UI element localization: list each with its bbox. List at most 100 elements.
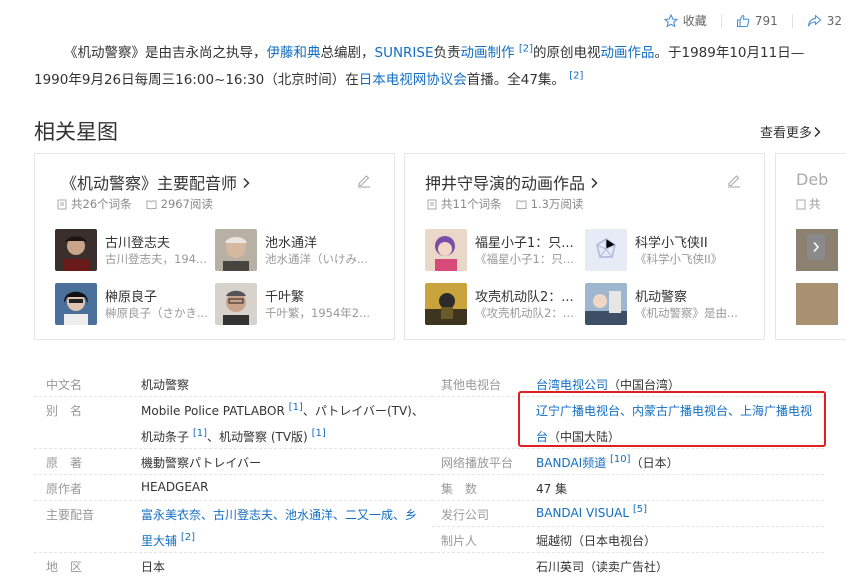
info-value: Mobile Police PATLABOR [1]、パトレイバー(TV)、 bbox=[141, 402, 424, 419]
entries-text: 共 bbox=[809, 197, 821, 211]
link-animation-works[interactable]: 动画作品 bbox=[600, 45, 654, 61]
intro-text: 的原创电视 bbox=[532, 45, 601, 61]
work-item[interactable]: 攻壳机动队2：... 《攻壳机动队2：... bbox=[425, 283, 587, 325]
info-value: 機動警察パトレイバー bbox=[141, 456, 262, 470]
work-desc: 《攻壳机动队2：... bbox=[475, 306, 574, 320]
streaming-platform-link[interactable]: BANDAI频道 bbox=[536, 456, 606, 470]
star-icon bbox=[663, 13, 678, 28]
citation[interactable]: [10] bbox=[610, 454, 631, 465]
section-title: 相关星图 bbox=[34, 120, 118, 144]
citation[interactable]: [1] bbox=[312, 428, 326, 439]
person-item[interactable]: 古川登志夫 古川登志夫，194... bbox=[55, 229, 217, 271]
divider bbox=[432, 552, 824, 553]
divider bbox=[432, 500, 824, 501]
chevron-right-icon bbox=[814, 126, 821, 137]
link-animation-production[interactable]: 动画制作 bbox=[461, 45, 515, 61]
info-label: 发行公司 bbox=[441, 508, 490, 522]
publisher-link[interactable]: BANDAI VISUAL bbox=[536, 506, 629, 520]
work-item[interactable]: 科学小飞侠II 《科学小飞侠II》 bbox=[585, 229, 747, 271]
info-label: 集 数 bbox=[441, 482, 478, 496]
intro-text: 总编剧， bbox=[320, 45, 375, 61]
info-label: 主要配音 bbox=[46, 508, 95, 522]
info-value: 石川英司（读卖广告社） bbox=[536, 560, 669, 574]
document-icon bbox=[796, 199, 806, 209]
work-desc: 《福星小子1：只... bbox=[475, 252, 574, 266]
poster-thumbnail bbox=[796, 283, 838, 325]
person-item[interactable]: 榊原良子 榊原良子（さかき... bbox=[55, 283, 217, 325]
person-name: 榊原良子 bbox=[105, 290, 158, 305]
person-item[interactable]: 千叶繁 千叶繁，1954年2... bbox=[215, 283, 377, 325]
card-meta: 共26个词条 2967阅读 bbox=[57, 196, 227, 212]
citation[interactable]: [2] bbox=[569, 71, 583, 82]
document-icon bbox=[57, 199, 67, 209]
tv-station-link[interactable]: 台湾电视公司 bbox=[536, 378, 608, 392]
views-count: 2967阅读 bbox=[146, 196, 213, 212]
entries-count: 共26个词条 bbox=[57, 196, 132, 212]
star-map-card-voice-actors[interactable]: 《机动警察》主要配音师 共26个词条 2967阅读 古川登志夫 古川登志夫，19… bbox=[34, 153, 395, 340]
carousel-next-button[interactable] bbox=[807, 234, 825, 260]
card-meta: 共 bbox=[796, 196, 821, 212]
star-map-card-oshii-works[interactable]: 押井守导演的动画作品 共11个词条 1.3万阅读 福星小子1：只... 《福星小… bbox=[404, 153, 765, 340]
info-label: 原 著 bbox=[46, 456, 83, 470]
like-button[interactable]: 791 bbox=[736, 14, 778, 28]
share-button[interactable]: 32 bbox=[807, 14, 842, 28]
divider bbox=[34, 396, 432, 397]
alias-text: 、パトレイバー(TV)、 bbox=[302, 404, 424, 418]
link-ito-kazunori[interactable]: 伊藤和典 bbox=[267, 45, 321, 61]
info-value: 47 集 bbox=[536, 482, 568, 496]
card-title[interactable]: 《机动警察》主要配音师 bbox=[61, 170, 251, 194]
info-label: 中文名 bbox=[46, 378, 83, 392]
info-value: 堀越彻（日本电视台） bbox=[536, 534, 657, 548]
region-text: （日本） bbox=[630, 456, 679, 470]
voice-cast-link[interactable]: 里大辅 bbox=[141, 534, 177, 548]
work-item[interactable]: 机动警察 《机动警察》是由... bbox=[585, 283, 747, 325]
work-name: 机动警察 bbox=[635, 290, 688, 305]
link-sunrise[interactable]: SUNRISE bbox=[375, 45, 434, 61]
chevron-right-icon bbox=[243, 177, 250, 189]
divider bbox=[432, 526, 824, 527]
work-desc: 《科学小飞侠II》 bbox=[635, 252, 723, 266]
intro-text: 负责 bbox=[433, 45, 461, 61]
citation[interactable]: [2] bbox=[519, 44, 533, 55]
info-label: 网络播放平台 bbox=[441, 456, 514, 470]
card-title[interactable]: 押井守导演的动画作品 bbox=[425, 170, 599, 194]
chevron-right-icon bbox=[813, 241, 820, 253]
edit-pencil-icon[interactable] bbox=[356, 172, 372, 188]
region-text: （中国台湾） bbox=[608, 378, 681, 392]
work-desc: 《机动警察》是由... bbox=[635, 306, 738, 320]
edit-pencil-icon[interactable] bbox=[726, 172, 742, 188]
person-name: 池水通洋 bbox=[265, 236, 318, 251]
views-text: 1.3万阅读 bbox=[530, 197, 584, 211]
share-icon bbox=[807, 14, 821, 27]
alias-text: 机动条子 bbox=[141, 430, 190, 444]
voice-cast-links[interactable]: 富永美衣奈、古川登志夫、池水通洋、二又一成、乡 bbox=[141, 506, 417, 523]
divider bbox=[34, 448, 432, 449]
work-item[interactable]: 福星小子1：只... 《福星小子1：只... bbox=[425, 229, 587, 271]
person-name: 千叶繁 bbox=[265, 290, 305, 305]
divider bbox=[432, 474, 824, 475]
poster-placeholder bbox=[585, 229, 627, 271]
card-title-text: 《机动警察》主要配音师 bbox=[61, 174, 238, 193]
poster-thumbnail bbox=[425, 229, 467, 271]
card-meta: 共11个词条 1.3万阅读 bbox=[427, 196, 597, 212]
citation[interactable]: [5] bbox=[633, 504, 647, 515]
intro-paragraph: 《机动警察》是由吉永尚之执导，伊藤和典总编剧，SUNRISE负责动画制作 [2]… bbox=[34, 40, 826, 94]
citation[interactable]: [1] bbox=[289, 402, 303, 413]
info-label: 原作者 bbox=[46, 482, 83, 496]
thumbs-up-icon bbox=[736, 14, 750, 27]
views-text: 2967阅读 bbox=[160, 197, 213, 211]
favorite-button[interactable]: 收藏 bbox=[663, 12, 707, 29]
avatar bbox=[215, 229, 257, 271]
citation[interactable]: [2] bbox=[181, 532, 195, 543]
info-label: 制片人 bbox=[441, 534, 478, 548]
citation[interactable]: [1] bbox=[193, 428, 207, 439]
divider bbox=[34, 500, 432, 501]
link-ntv-network[interactable]: 日本电视网协议会 bbox=[359, 72, 467, 88]
card-title: Deb bbox=[796, 170, 829, 189]
intro-text: 《机动警察》是由吉永尚之执导， bbox=[64, 45, 267, 61]
action-bar: 收藏 791 32 bbox=[650, 12, 842, 29]
info-value: 机动警察 bbox=[141, 378, 190, 392]
view-more-link[interactable]: 查看更多 bbox=[760, 122, 822, 141]
person-item[interactable]: 池水通洋 池水通洋（いけみ... bbox=[215, 229, 377, 271]
person-desc: 千叶繁，1954年2... bbox=[265, 306, 371, 320]
